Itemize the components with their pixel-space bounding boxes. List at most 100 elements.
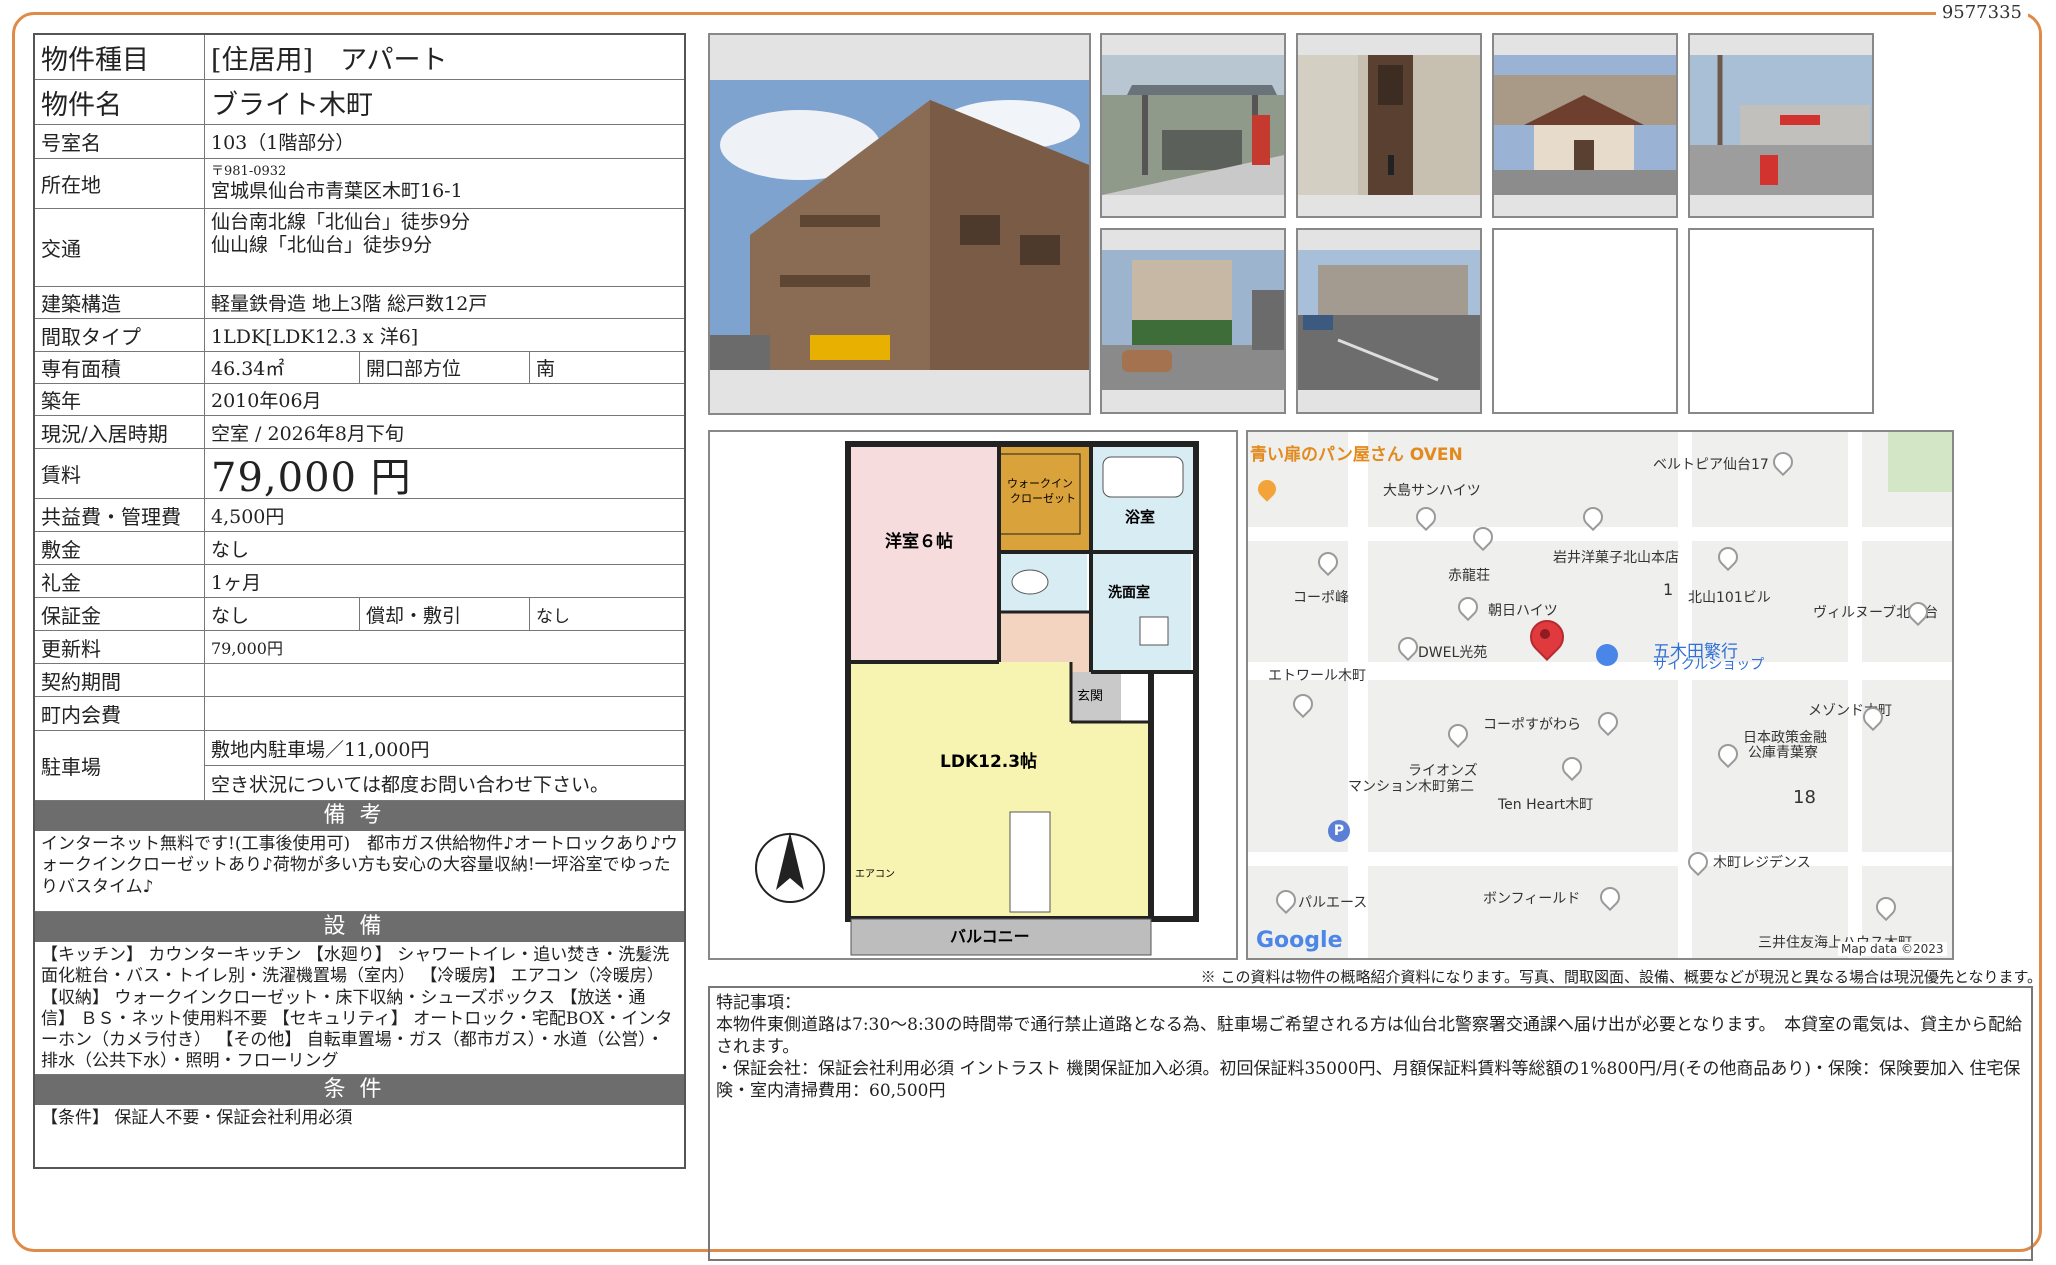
location-map[interactable]: 青い扉のパン屋さん OVEN ベルトピア仙台17 大島サンハイツ 岩井洋菓子北山… [1246, 430, 1954, 960]
convenience-store-photo [1100, 228, 1286, 414]
value-renewal: 79,000円 [211, 639, 283, 658]
parking-lot-image [1298, 230, 1480, 412]
label-parking: 駐車場 [35, 731, 205, 800]
map-label-lions-2: マンション木町第二 [1348, 779, 1474, 795]
washroom-label: 洗面室 [1108, 584, 1150, 601]
row-renewal: 更新料 79,000円 [35, 631, 684, 664]
row-area: 専有面積 46.34㎡ 開口部方位 南 [35, 352, 684, 384]
label-address: 所在地 [35, 159, 205, 208]
map-label-iwai: 岩井洋菓子北山本店 [1553, 550, 1679, 566]
zip-code: 〒981-0932 [211, 164, 287, 180]
balcony-label: バルコニー [950, 927, 1030, 946]
map-label-dwel: DWEL光苑 [1418, 645, 1488, 661]
label-renewal: 更新料 [35, 631, 205, 663]
map-label-corpo-sugawara: コーポすがわら [1483, 717, 1581, 733]
map-block-number-1: 1 [1663, 580, 1674, 599]
row-address: 所在地 〒981-0932 宮城県仙台市青葉区木町16-1 [35, 159, 684, 209]
special-notes-title: 特記事項： [716, 993, 801, 1013]
value-area: 46.34㎡ [205, 352, 360, 383]
entrance-image [1298, 35, 1480, 216]
value-direction: 南 [536, 358, 556, 380]
value-community [205, 697, 684, 730]
value-keymoney: 1ヶ月 [211, 571, 262, 594]
special-notes: 特記事項： 本物件東側道路は7:30〜8:30の時間帯で通行禁止道路となる為、駐… [708, 986, 2033, 1261]
map-label-cycle-shop: サイクルショップ [1653, 657, 1765, 673]
equipment-header: 設備 [35, 912, 684, 942]
value-contract [205, 664, 684, 696]
conditions-text: 【条件】 保証人不要・保証会社利用必須 [41, 1108, 353, 1128]
value-deposit: なし [211, 538, 250, 561]
map-label-tenheart: Ten Heart木町 [1498, 797, 1594, 813]
map-label-bonfield: ボンフィールド [1483, 891, 1581, 907]
map-label-palace: パルエース [1298, 895, 1368, 911]
row-deposit: 敷金 なし [35, 532, 684, 565]
empty-photo-slot-1 [1492, 228, 1678, 414]
convenience-store-image [1102, 230, 1284, 412]
label-built: 築年 [35, 384, 205, 415]
disclaimer-note: ※ この資料は物件の概略紹介資料になります。写真、間取図面、設備、概要などが現況… [1200, 968, 2042, 986]
row-community: 町内会費 [35, 697, 684, 731]
special-notes-line-2: ・保証会社：保証会社利用必須 イントラスト 機関保証加入必須。初回保証料3500… [716, 1059, 2021, 1102]
label-fee: 共益費・管理費 [35, 499, 205, 531]
map-label-residence: 木町レジデンス [1713, 855, 1811, 871]
map-label-etoile: エトワール木町 [1268, 668, 1366, 684]
google-logo: Google [1256, 928, 1343, 953]
map-label-oshima: 大島サンハイツ [1383, 483, 1481, 499]
label-rent: 賃料 [35, 449, 205, 498]
parking-line-1: 敷地内駐車場／11,000円 [205, 731, 684, 766]
parking-line-2: 空き状況については都度お問い合わせ下さい。 [211, 773, 610, 796]
empty-photo-slot-2 [1688, 228, 1874, 414]
label-structure: 建築構造 [35, 287, 205, 318]
row-access: 交通 仙台南北線「北仙台」徒歩9分 仙山線「北仙台」徒歩9分 [35, 209, 684, 287]
value-structure: 軽量鉄骨造 地上3階 総戸数12戸 [211, 293, 488, 315]
label-amortization: 償却・敷引 [360, 598, 530, 630]
row-built: 築年 2010年06月 [35, 384, 684, 416]
map-label-sekiryuso: 赤龍荘 [1448, 568, 1490, 584]
value-rent: 79,000 円 [211, 454, 412, 501]
aircon-label: エアコン [855, 869, 895, 880]
room-western-label: 洋室６帖 [885, 531, 953, 552]
access-line-1: 仙台南北線「北仙台」徒歩9分 [211, 211, 471, 233]
row-rent: 賃料 79,000 円 [35, 449, 684, 501]
value-access: 仙台南北線「北仙台」徒歩9分 仙山線「北仙台」徒歩9分 [205, 209, 684, 286]
label-community: 町内会費 [35, 697, 205, 730]
label-contract: 契約期間 [35, 664, 205, 696]
building-exterior-photo [708, 33, 1091, 415]
value-type: [住居用] アパート [211, 44, 448, 76]
map-label-kitayama101: 北山101ビル [1688, 590, 1771, 606]
map-attribution: Map data ©2023 [1838, 942, 1947, 956]
map-label-jfc-2: 公庫青葉寮 [1748, 745, 1818, 761]
nearby-store-image [1494, 35, 1676, 216]
value-status: 空室 / 2026年8月下旬 [211, 422, 404, 445]
remarks-text: インターネット無料です!(工事後使用可) 都市ガス供給物件♪オートロックあり♪ウ… [35, 831, 684, 912]
entrance-label: 玄関 [1077, 689, 1103, 704]
wic-label-1: ウォークイン [1007, 477, 1073, 490]
floor-plan: 洋室６帖 ウォークイン クローゼット 浴室 洗面室 玄関 LDK12.3帖 エア… [708, 430, 1238, 960]
value-room: 103（1階部分） [211, 132, 355, 154]
bicycle-shop-icon[interactable] [1596, 644, 1618, 666]
entrance-photo [1296, 33, 1482, 218]
bicycle-parking-photo [1100, 33, 1286, 218]
remarks-header: 備考 [35, 801, 684, 831]
label-guarantee: 保証金 [35, 598, 205, 630]
access-line-2: 仙山線「北仙台」徒歩9分 [211, 233, 433, 256]
label-direction: 開口部方位 [360, 352, 530, 383]
label-status: 現況/入居時期 [35, 416, 205, 448]
map-label-bakery: 青い扉のパン屋さん OVEN [1250, 445, 1463, 465]
row-name: 物件名 ブライト木町 [35, 80, 684, 125]
value-guarantee: なし [205, 598, 360, 630]
property-info-table: 物件種目 [住居用] アパート 物件名 ブライト木町 号室名 103（1階部分）… [33, 33, 686, 1169]
label-name: 物件名 [35, 80, 205, 124]
street-station-photo [1688, 33, 1874, 218]
parking-icon[interactable]: P [1328, 820, 1350, 842]
nearby-store-photo [1492, 33, 1678, 218]
value-parking: 敷地内駐車場／11,000円 空き状況については都度お問い合わせ下さい。 [205, 731, 684, 800]
label-layout: 間取タイプ [35, 319, 205, 351]
wic-label-2: クローゼット [1010, 492, 1076, 505]
building-exterior-image [710, 35, 1089, 413]
value-address: 〒981-0932 宮城県仙台市青葉区木町16-1 [205, 159, 684, 208]
bath-label: 浴室 [1125, 508, 1155, 526]
value-fee: 4,500円 [211, 505, 285, 528]
parking-lot-photo [1296, 228, 1482, 414]
street-station-image [1690, 35, 1872, 216]
